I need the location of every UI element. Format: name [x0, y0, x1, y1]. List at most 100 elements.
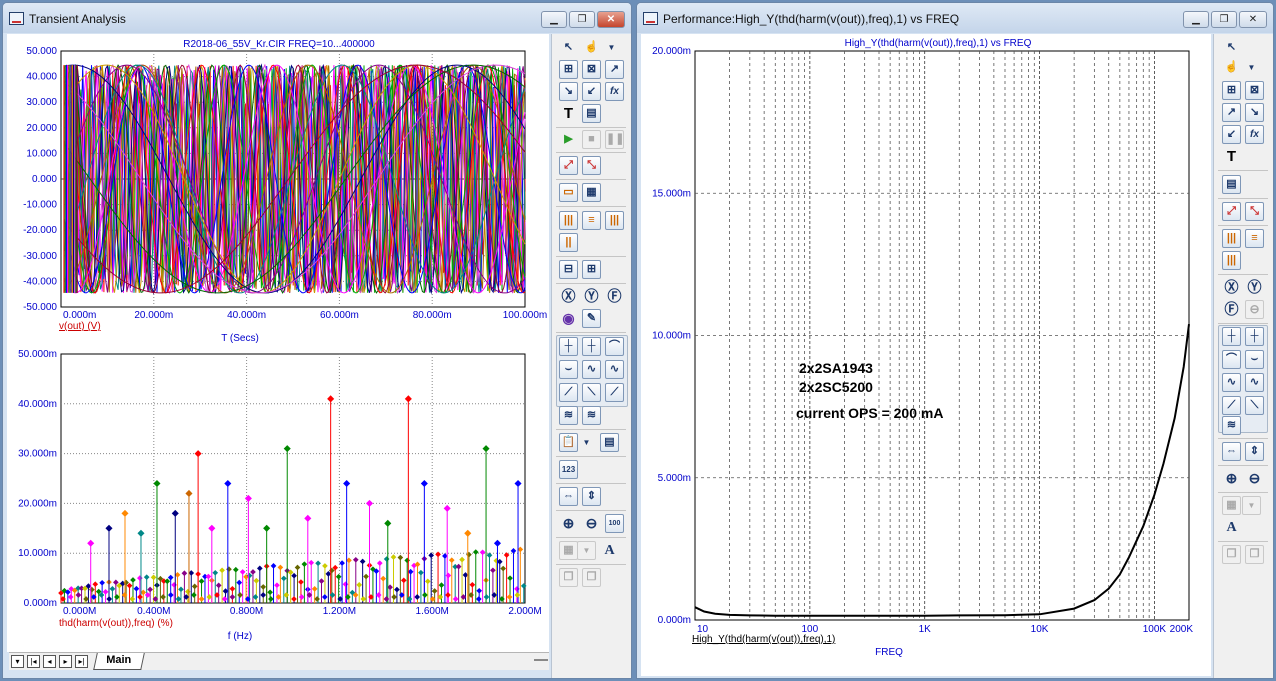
copy-icon[interactable]: ❐ [559, 568, 578, 587]
fx-scale-icon[interactable]: Ⓕ [1222, 300, 1241, 319]
font-tool-icon[interactable]: A [600, 541, 619, 560]
tag-vertical-icon[interactable]: ⇕ [582, 487, 601, 506]
tag-horizontal-icon[interactable]: ⇔ [559, 487, 578, 506]
valley-cursor-icon[interactable]: ┼ [582, 337, 601, 356]
numeric-output-icon[interactable]: 123 [559, 460, 578, 479]
paste-icon[interactable]: ❐ [582, 568, 601, 587]
cursor-left-icon[interactable]: ⤢ [1222, 202, 1241, 221]
cursor-right-icon[interactable]: ⤡ [1245, 202, 1264, 221]
tab-splitter[interactable] [534, 656, 548, 661]
stop-icon[interactable]: ■ [582, 130, 601, 149]
peak-cursor-icon[interactable]: ┼ [559, 337, 578, 356]
chart-layout-1-icon[interactable]: ||| [559, 211, 578, 230]
font-tool-icon[interactable]: A [1222, 518, 1241, 537]
pause-icon[interactable]: ❚❚ [605, 130, 624, 149]
clipboard-icon[interactable]: 📋 [559, 433, 578, 452]
tag-horizontal-icon[interactable]: ⇔ [1222, 442, 1241, 461]
function-icon[interactable]: fx [605, 82, 624, 101]
chart-layout-3-icon[interactable]: ||| [1222, 251, 1241, 270]
grid-dropdown-icon[interactable]: ▼ [1242, 496, 1261, 515]
chart-layout-2-icon[interactable]: ≡ [582, 211, 601, 230]
left-titlebar[interactable]: Transient Analysis ▁ ❐ ✕ [3, 3, 631, 33]
grid-toggle-icon[interactable]: ▦ [582, 183, 601, 202]
grid-menu-icon[interactable]: ▦ [559, 541, 578, 560]
dropdown-arrow-icon[interactable]: ▼ [602, 38, 621, 57]
peak-cursor-icon[interactable]: ┼ [1222, 327, 1241, 346]
slope-cursor-icon[interactable]: ⟋ [559, 383, 578, 402]
left-plot-area[interactable]: R2018-06_55V_Kr.CIR FREQ=10...400000 50.… [7, 34, 549, 652]
run-icon[interactable]: ▶ [559, 130, 578, 149]
scale-icon[interactable]: ↘ [559, 82, 578, 101]
low-cursor-icon[interactable]: ⌣ [1245, 350, 1264, 369]
chart-layout-4-icon[interactable]: || [559, 233, 578, 252]
grid-dropdown-icon[interactable]: ▼ [577, 541, 596, 560]
right-plot-area[interactable]: High_Y(thd(harm(v(out)),freq),1) vs FREQ… [641, 34, 1211, 676]
select-arrow-icon[interactable]: ↖ [559, 38, 578, 57]
valley-cursor-icon[interactable]: ┼ [1245, 327, 1264, 346]
bottom-cursor-icon[interactable]: ≋ [559, 406, 578, 425]
chart-layout-1-icon[interactable]: ||| [1222, 229, 1241, 248]
nav-next-button[interactable]: ▸ [59, 655, 72, 668]
edit-properties-icon[interactable]: ✎ [582, 309, 601, 328]
right-titlebar[interactable]: Performance:High_Y(thd(harm(v(out)),freq… [637, 3, 1273, 33]
properties-icon[interactable]: ▤ [582, 104, 601, 123]
data-table-icon[interactable]: ▤ [600, 433, 619, 452]
transient-plots-svg[interactable]: R2018-06_55V_Kr.CIR FREQ=10...400000 50.… [7, 34, 549, 652]
zoom-out-icon[interactable]: ⊖ [1245, 469, 1264, 488]
function-icon[interactable]: fx [1245, 125, 1264, 144]
clipboard-dropdown-icon[interactable]: ▼ [577, 433, 596, 452]
text-tool-icon[interactable]: T [1222, 147, 1241, 166]
minimize-button[interactable]: ▁ [1183, 11, 1209, 28]
cursor-left-icon[interactable]: ⤢ [559, 156, 578, 175]
zoom-100-icon[interactable]: 100 [605, 514, 624, 533]
color-palette-icon[interactable]: ◉ [559, 309, 578, 328]
zoom-box-icon[interactable]: ⊞ [559, 60, 578, 79]
next-point-icon[interactable]: ≋ [582, 406, 601, 425]
fx-scale-icon[interactable]: Ⓕ [605, 287, 624, 306]
hand-pointer-icon[interactable]: ☝ [1222, 58, 1241, 77]
close-button[interactable]: ✕ [597, 11, 625, 28]
minimize-button[interactable]: ▁ [541, 11, 567, 28]
nav-last-button[interactable]: ▸| [75, 655, 88, 668]
text-tool-icon[interactable]: T [559, 104, 578, 123]
slope-cursor-icon[interactable]: ⟋ [1222, 396, 1241, 415]
global-high-icon[interactable]: ∿ [1245, 373, 1264, 392]
scale-y-icon[interactable]: ↙ [582, 82, 601, 101]
top-cursor-icon[interactable]: ⟋ [605, 383, 624, 402]
zoom-fit-icon[interactable]: ⊠ [1245, 81, 1264, 100]
restore-button[interactable]: ❐ [1211, 11, 1237, 28]
zoom-in-icon[interactable]: ⊕ [559, 514, 578, 533]
zoom-in-icon[interactable]: ⊕ [1222, 469, 1241, 488]
quad-split-icon[interactable]: ⊞ [582, 260, 601, 279]
y-axis-scale-icon[interactable]: Ⓨ [582, 287, 601, 306]
bottom-cursor-icon[interactable]: ≋ [1222, 416, 1241, 435]
pan-icon[interactable]: ↗ [1222, 103, 1241, 122]
y-axis-scale-icon[interactable]: Ⓨ [1245, 278, 1264, 297]
search-icon[interactable]: ⊖ [1245, 300, 1264, 319]
scale-icon[interactable]: ↘ [1245, 103, 1264, 122]
close-button[interactable]: ✕ [1239, 11, 1267, 28]
zoom-out-icon[interactable]: ⊖ [582, 514, 601, 533]
chart-layout-2-icon[interactable]: ≡ [1245, 229, 1264, 248]
grid-menu-icon[interactable]: ▦ [1222, 496, 1241, 515]
first-tab-button[interactable]: ▾ [11, 655, 24, 668]
frame-icon[interactable]: ▭ [559, 183, 578, 202]
tag-vertical-icon[interactable]: ⇕ [1245, 442, 1264, 461]
x-axis-scale-icon[interactable]: Ⓧ [559, 287, 578, 306]
dropdown-arrow-icon[interactable]: ▼ [1242, 58, 1261, 77]
cursor-right-icon[interactable]: ⤡ [582, 156, 601, 175]
properties-icon[interactable]: ▤ [1222, 175, 1241, 194]
performance-plot-svg[interactable]: High_Y(thd(harm(v(out)),freq),1) vs FREQ… [641, 34, 1211, 676]
tab-main[interactable]: Main [93, 653, 145, 670]
high-cursor-icon[interactable]: ⌒ [605, 337, 624, 356]
inflection-cursor-icon[interactable]: ∿ [1222, 373, 1241, 392]
restore-button[interactable]: ❐ [569, 11, 595, 28]
nav-prev-button[interactable]: ◂ [43, 655, 56, 668]
global-high-icon[interactable]: ∿ [605, 360, 624, 379]
pan-icon[interactable]: ↗ [605, 60, 624, 79]
horizontal-split-icon[interactable]: ⊟ [559, 260, 578, 279]
global-low-icon[interactable]: ⟍ [582, 383, 601, 402]
global-low-icon[interactable]: ⟍ [1245, 396, 1264, 415]
chart-layout-3-icon[interactable]: ||| [605, 211, 624, 230]
inflection-cursor-icon[interactable]: ∿ [582, 360, 601, 379]
